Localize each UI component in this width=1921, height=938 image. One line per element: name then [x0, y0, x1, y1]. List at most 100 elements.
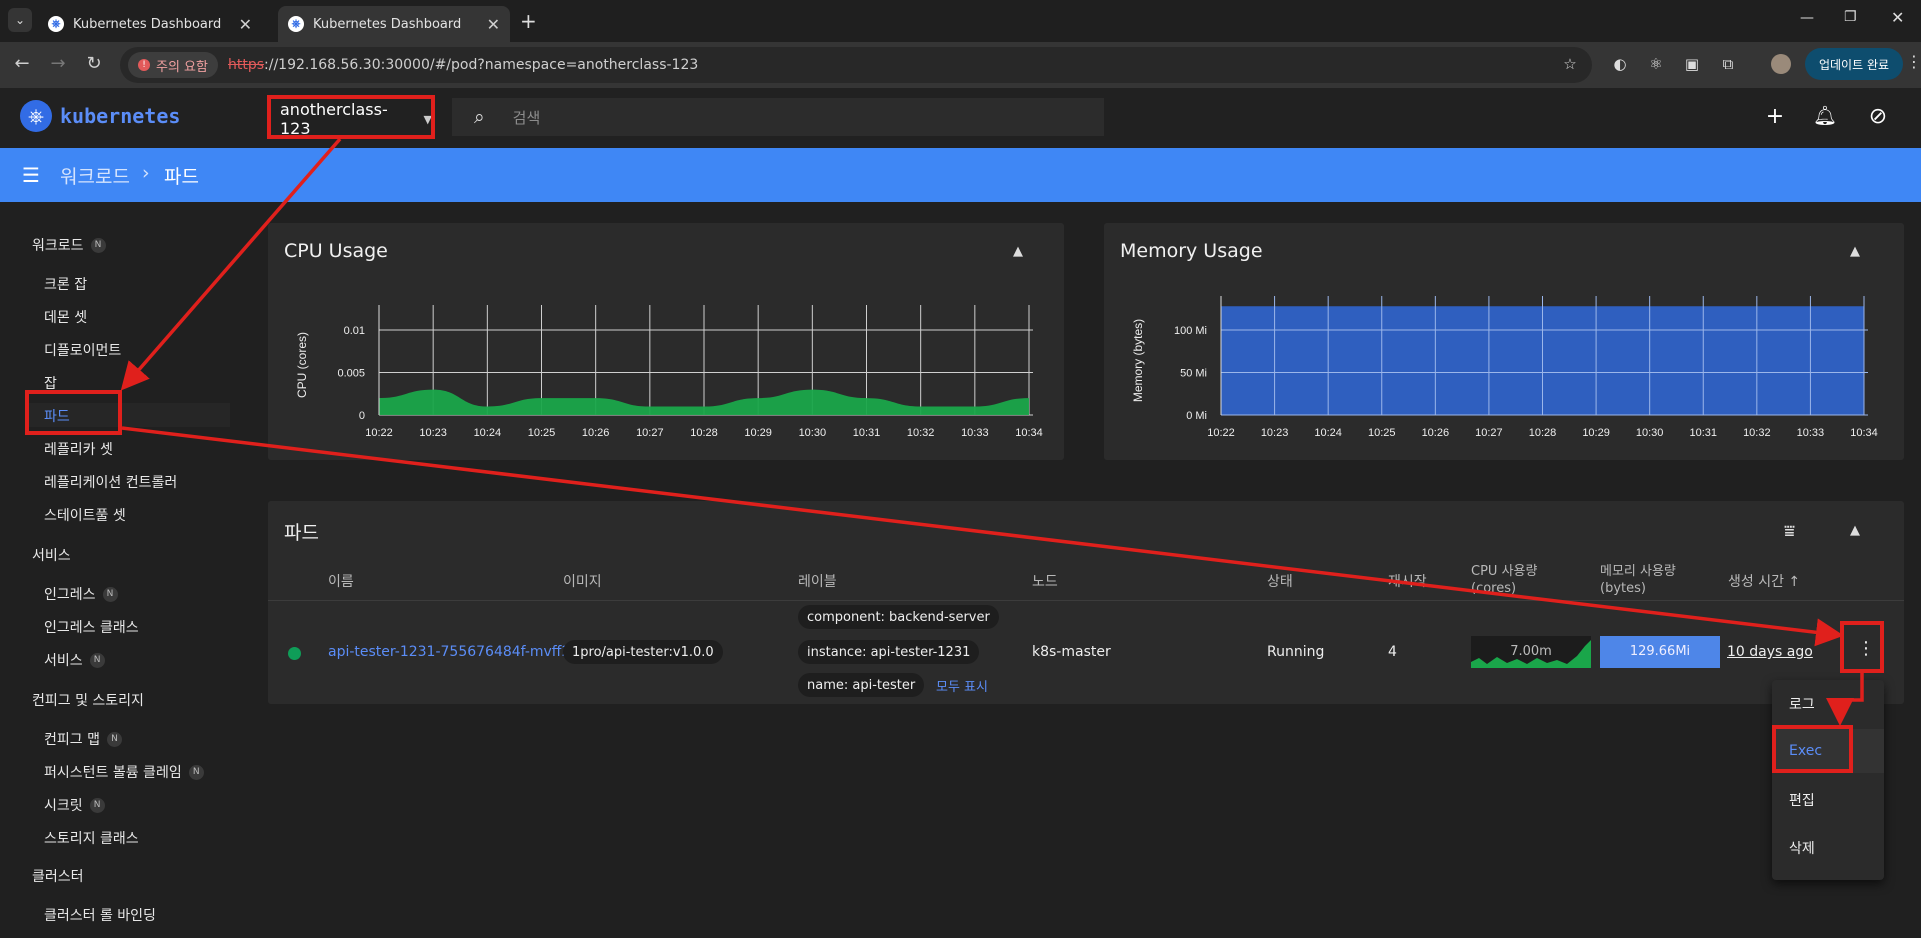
close-tab-icon[interactable]: ✕: [239, 15, 252, 34]
sidebar-item-ingressclasses[interactable]: 인그레스 클래스: [44, 617, 139, 637]
extension-icon[interactable]: ◐: [1610, 55, 1630, 75]
y-tick-label: 50 Mi: [1180, 368, 1207, 380]
profile-avatar[interactable]: [1771, 54, 1791, 74]
x-tick-label: 10:33: [1797, 427, 1825, 439]
search-icon: ⌕: [474, 106, 485, 128]
filter-icon[interactable]: ⩸: [1784, 521, 1795, 542]
y-tick-label: 0.005: [337, 368, 365, 380]
item-label: 인그레스: [44, 587, 96, 603]
url-text[interactable]: https://192.168.56.30:30000/#/pod?namesp…: [228, 57, 698, 73]
node-name[interactable]: k8s-master: [1032, 644, 1111, 660]
sidebar-item-secrets[interactable]: 시크릿 N: [44, 795, 105, 815]
sidebar-item-storageclasses[interactable]: 스토리지 클래스: [44, 828, 139, 848]
column-header-cpu-line2: (cores): [1471, 581, 1517, 596]
column-header-memory: 메모리 사용량 (bytes): [1600, 563, 1676, 597]
column-header-node[interactable]: 노드: [1032, 571, 1058, 591]
menu-item-edit[interactable]: 편집: [1789, 790, 1815, 810]
sidebar-item-statefulsets[interactable]: 스테이트풀 셋: [44, 505, 126, 525]
column-header-created[interactable]: 생성 시간 ↑: [1728, 571, 1800, 591]
label-chip: instance: api-tester-1231: [798, 640, 980, 664]
bookmark-star-icon[interactable]: ☆: [1560, 55, 1580, 75]
menu-item-delete[interactable]: 삭제: [1789, 838, 1815, 858]
sidebar-group-service[interactable]: 서비스: [32, 545, 71, 565]
extensions-puzzle-icon[interactable]: ⧉: [1718, 55, 1738, 75]
update-button[interactable]: 업데이트 완료: [1805, 48, 1903, 80]
kubernetes-logo[interactable]: ⎈ kubernetes: [20, 100, 180, 132]
pod-name-link[interactable]: api-tester-1231-755676484f-mvff2: [328, 644, 570, 660]
reload-icon[interactable]: ↻: [82, 53, 106, 74]
create-plus-icon[interactable]: +: [1761, 104, 1789, 129]
sidebar-item-cronjobs[interactable]: 크론 잡: [44, 274, 87, 294]
close-window-icon[interactable]: ✕: [1891, 8, 1904, 27]
forward-icon[interactable]: →: [46, 53, 70, 74]
hamburger-menu-icon[interactable]: ☰: [22, 163, 40, 187]
sidebar-item-services[interactable]: 서비스 N: [44, 650, 105, 670]
x-tick-label: 10:31: [1689, 427, 1717, 439]
extension-icon[interactable]: ▣: [1682, 55, 1702, 75]
restart-count: 4: [1388, 644, 1397, 660]
security-warning-chip[interactable]: ! 주의 요함: [128, 52, 218, 78]
user-account-off-icon[interactable]: ⊘: [1864, 104, 1892, 129]
sidebar-item-daemonsets[interactable]: 데몬 셋: [44, 307, 87, 327]
collapse-arrow-icon[interactable]: ▲: [1850, 523, 1860, 538]
sidebar-item-deployments[interactable]: 디플로이먼트: [44, 340, 121, 360]
sidebar-item-replicasets[interactable]: 레플리카 셋: [44, 439, 113, 459]
image-chip: 1pro/api-tester:v1.0.0: [563, 640, 723, 664]
restore-icon[interactable]: ❐: [1844, 9, 1857, 25]
omnibox[interactable]: ! 주의 요함 https://192.168.56.30:30000/#/po…: [120, 47, 1592, 83]
breadcrumb-current: 파드: [164, 166, 199, 188]
x-tick-label: 10:25: [528, 427, 556, 439]
back-icon[interactable]: ←: [10, 53, 34, 74]
collapse-arrow-icon[interactable]: ▲: [1013, 244, 1023, 259]
sidebar-item-ingresses[interactable]: 인그레스 N: [44, 584, 118, 604]
tab-title: Kubernetes Dashboard: [73, 16, 222, 32]
search-placeholder[interactable]: 검색: [513, 107, 541, 128]
cpu-sparkline: 7.00m: [1471, 636, 1591, 668]
minimize-icon[interactable]: —: [1800, 10, 1814, 26]
search-bar[interactable]: ⌕ 검색: [452, 98, 1104, 136]
sidebar-group-config-storage[interactable]: 컨피그 및 스토리지: [32, 690, 144, 710]
group-label: 컨피그 및 스토리지: [32, 693, 144, 709]
helm-wheel-icon: ⎈: [20, 100, 52, 132]
annotation-box-namespace: [267, 95, 435, 139]
column-header-restarts[interactable]: 재시작: [1388, 571, 1427, 591]
tab-title: Kubernetes Dashboard: [313, 16, 462, 32]
show-all-labels-link[interactable]: 모두 표시: [936, 676, 988, 695]
sidebar-group-workloads[interactable]: 워크로드 N: [32, 235, 106, 255]
label-chip: name: api-tester: [798, 673, 925, 697]
sidebar-item-configmaps[interactable]: 컨피그 맵 N: [44, 729, 122, 749]
browser-tab[interactable]: ⎈ Kubernetes Dashboard ✕: [38, 6, 262, 42]
sidebar-item-clusterrolebindings[interactable]: 클러스터 롤 바인딩: [44, 905, 156, 925]
breadcrumb-parent[interactable]: 워크로드: [60, 162, 130, 189]
x-tick-label: 10:24: [1314, 427, 1342, 439]
more-menu-icon[interactable]: ⋮: [1906, 52, 1921, 71]
sidebar-group-cluster[interactable]: 클러스터: [32, 866, 84, 886]
menu-item-logs[interactable]: 로그: [1789, 694, 1815, 714]
item-label: 컨피그 맵: [44, 732, 100, 748]
url-path: ://192.168.56.30:30000/#/pod?namespace=a…: [264, 57, 699, 73]
item-label: 데몬 셋: [44, 310, 88, 326]
namespaced-badge: N: [90, 237, 106, 253]
memory-value: 129.66Mi: [1600, 636, 1720, 668]
collapse-arrow-icon[interactable]: ▲: [1850, 244, 1860, 259]
new-tab-button[interactable]: +: [520, 9, 537, 33]
namespaced-badge: N: [89, 797, 105, 813]
x-tick-label: 10:23: [419, 427, 447, 439]
x-tick-label: 10:34: [1015, 427, 1043, 439]
sidebar-item-pvcs[interactable]: 퍼시스턴트 볼륨 클레임 N: [44, 762, 204, 782]
browser-tab-active[interactable]: ⎈ Kubernetes Dashboard ✕: [278, 6, 510, 42]
x-tick-label: 10:24: [474, 427, 502, 439]
notifications-bell-icon[interactable]: 🔔︎: [1811, 104, 1839, 127]
sidebar-item-replicationcontrollers[interactable]: 레플리케이션 컨트롤러: [44, 472, 177, 492]
tab-list-button[interactable]: ⌄: [8, 8, 32, 32]
kubernetes-favicon-icon: ⎈: [48, 16, 64, 32]
react-devtools-icon[interactable]: ⚛: [1646, 55, 1666, 75]
logo-text: kubernetes: [60, 104, 181, 128]
column-header-name[interactable]: 이름: [328, 571, 354, 591]
x-tick-label: 10:29: [1582, 427, 1610, 439]
status-running-icon: [288, 647, 301, 660]
column-header-status[interactable]: 상태: [1267, 571, 1293, 591]
annotation-box-kebab: [1840, 621, 1884, 673]
cpu-value: 7.00m: [1510, 644, 1552, 659]
close-tab-icon[interactable]: ✕: [487, 15, 500, 34]
